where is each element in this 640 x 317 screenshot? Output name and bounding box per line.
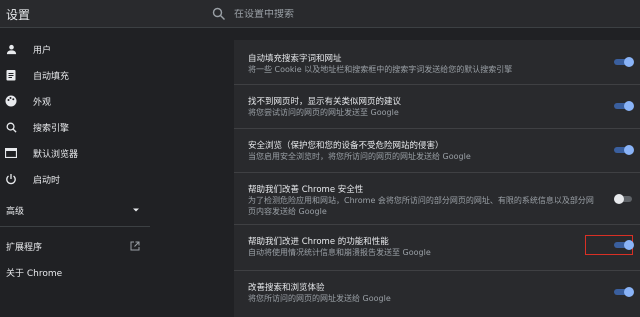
setting-title: 改善搜索和浏览体验 — [248, 283, 325, 293]
sidebar-extensions[interactable]: 扩展程序 — [6, 238, 140, 254]
sidebar-item-people[interactable]: 用户 — [0, 36, 150, 62]
sidebar-item-label: 启动时 — [33, 175, 61, 186]
setting-row: 改善搜索和浏览体验 将您所访问的网页的网址发送给 Google — [234, 270, 640, 317]
setting-title: 安全浏览（保护您和您的设备不受危险网站的侵害） — [248, 141, 444, 151]
sidebar-item-label: 自动填充 — [33, 71, 70, 82]
page-title: 设置 — [6, 8, 31, 22]
setting-title: 帮助我们改进 Chrome 的功能和性能 — [248, 237, 389, 247]
sidebar-advanced[interactable]: 高级 — [6, 202, 140, 218]
toggle-switch[interactable] — [614, 145, 634, 155]
setting-row: 自动填充搜索字词和网址 将一些 Cookie 以及地址栏和搜索框中的搜索字词发送… — [234, 40, 640, 84]
sidebar-item-appearance[interactable]: 外观 — [0, 88, 150, 114]
browser-icon — [5, 147, 17, 159]
sidebar-extensions-label: 扩展程序 — [6, 242, 43, 253]
setting-title: 找不到网页时，显示有关类似网页的建议 — [248, 97, 402, 107]
setting-row: 帮助我们改进 Chrome 的功能和性能 自动将使用情况统计信息和崩溃报告发送至… — [234, 224, 640, 270]
chevron-down-icon — [133, 208, 139, 212]
setting-description: 自动将使用情况统计信息和崩溃报告发送至 Google — [248, 248, 431, 257]
setting-description: 将您尝试访问的网页的网址发送至 Google — [248, 108, 399, 117]
setting-row: 安全浏览（保护您和您的设备不受危险网站的侵害） 当您启用安全浏览时，将您所访问的… — [234, 128, 640, 172]
toggle-switch[interactable] — [614, 101, 634, 111]
setting-description: 当您启用安全浏览时，将您所访问的网页的网址发送给 Google — [248, 152, 471, 161]
power-icon — [5, 173, 17, 185]
search-input[interactable] — [234, 8, 594, 20]
setting-description: 将一些 Cookie 以及地址栏和搜索框中的搜索字词发送给您的默认搜索引擎 — [248, 65, 513, 74]
setting-description: 将您所访问的网页的网址发送给 Google — [248, 294, 391, 303]
sidebar-item-default-browser[interactable]: 默认浏览器 — [0, 140, 150, 166]
sidebar-item-on-startup[interactable]: 启动时 — [0, 166, 150, 192]
open-external-icon — [130, 241, 140, 251]
person-icon — [5, 43, 17, 55]
sidebar-advanced-label: 高级 — [6, 206, 25, 217]
setting-row: 帮助我们改善 Chrome 安全性 为了检测危险应用和网站，Chrome 会将您… — [234, 172, 640, 224]
sidebar: 用户 自动填充 外观 搜索引擎 默认浏览器 启动时 高级 扩展程序 关于 Chr… — [0, 28, 150, 317]
sidebar-item-autofill[interactable]: 自动填充 — [0, 62, 150, 88]
sidebar-item-label: 搜索引擎 — [33, 123, 70, 134]
top-bar: 设置 — [0, 0, 640, 28]
search-icon — [5, 121, 17, 133]
setting-title: 帮助我们改善 Chrome 安全性 — [248, 185, 364, 195]
sidebar-item-label: 用户 — [33, 45, 52, 56]
setting-row: 找不到网页时，显示有关类似网页的建议 将您尝试访问的网页的网址发送至 Googl… — [234, 84, 640, 128]
search-icon — [212, 7, 225, 20]
setting-title: 自动填充搜索字词和网址 — [248, 54, 342, 64]
palette-icon — [5, 95, 17, 107]
sidebar-about-chrome[interactable]: 关于 Chrome — [6, 266, 62, 279]
toggle-switch[interactable] — [614, 194, 634, 204]
sidebar-divider — [0, 226, 150, 227]
settings-main: 自动填充搜索字词和网址 将一些 Cookie 以及地址栏和搜索框中的搜索字词发送… — [212, 28, 640, 317]
settings-card: 自动填充搜索字词和网址 将一些 Cookie 以及地址栏和搜索框中的搜索字词发送… — [234, 40, 640, 317]
search-bar[interactable] — [212, 0, 632, 28]
clipboard-icon — [5, 69, 17, 81]
toggle-switch[interactable] — [614, 240, 634, 250]
setting-description: 为了检测危险应用和网站，Chrome 会将您所访问的部分网页的网址、有限的系统信… — [248, 196, 594, 216]
sidebar-item-search-engine[interactable]: 搜索引擎 — [0, 114, 150, 140]
sidebar-item-label: 默认浏览器 — [33, 149, 79, 160]
toggle-switch[interactable] — [614, 57, 634, 67]
toggle-switch[interactable] — [614, 287, 634, 297]
sidebar-item-label: 外观 — [33, 97, 52, 108]
